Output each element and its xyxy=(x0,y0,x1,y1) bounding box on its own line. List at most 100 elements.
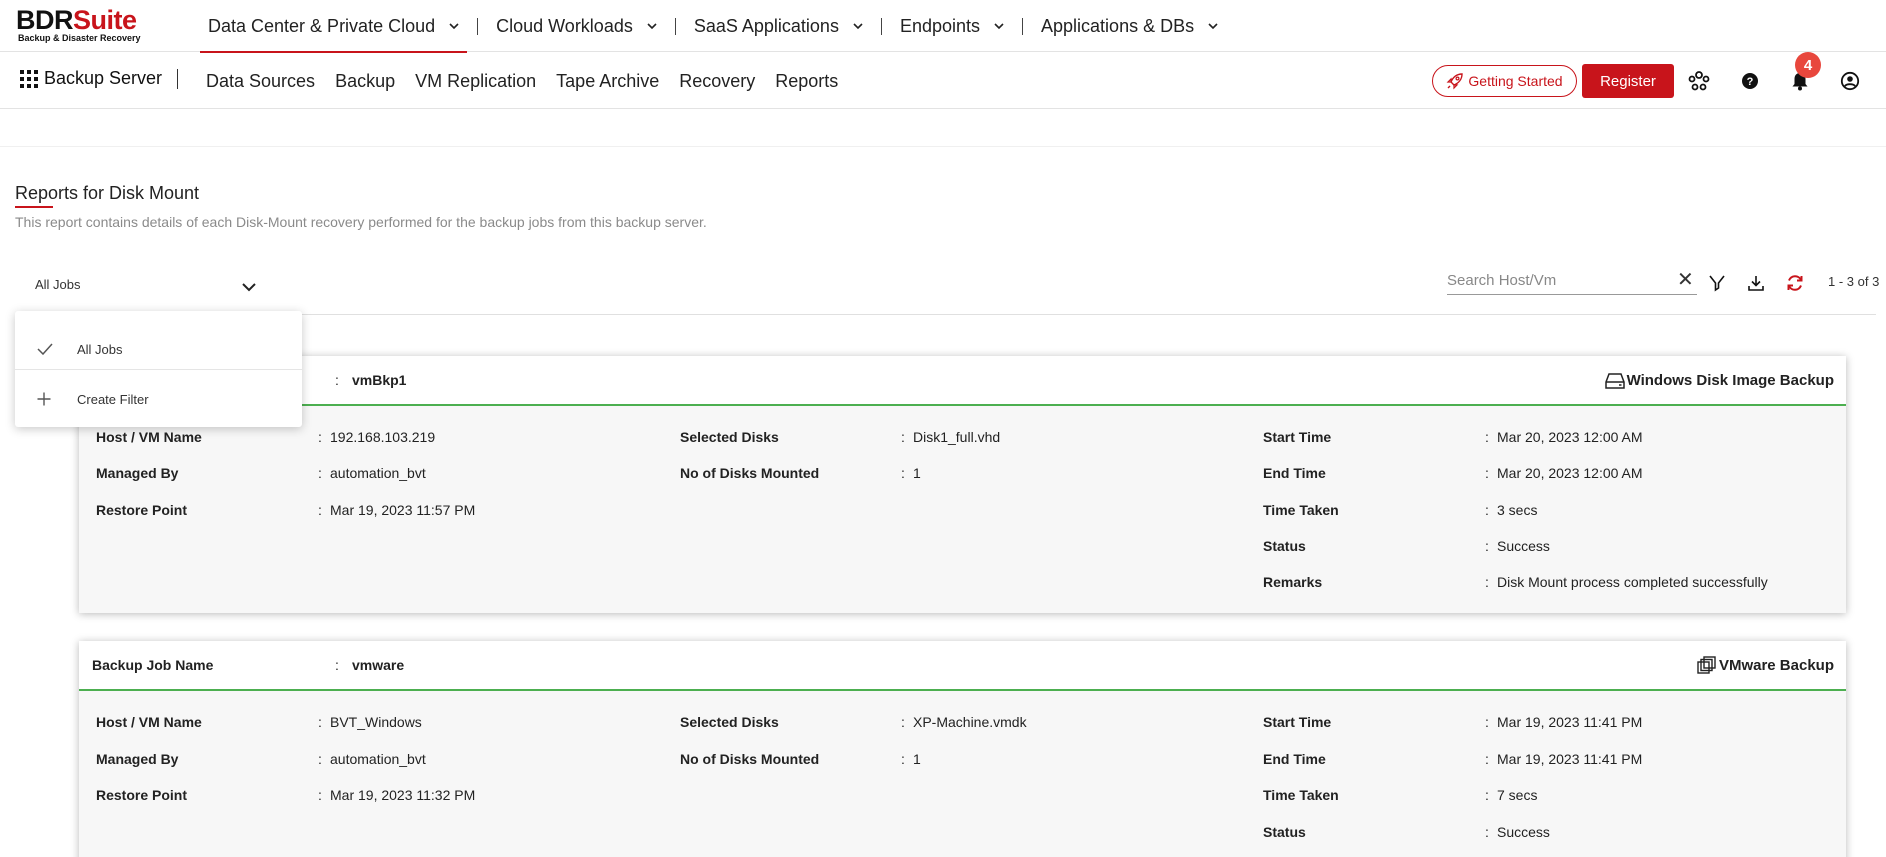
managed-by-value: automation_bvt xyxy=(330,751,426,767)
logo-wordmark: BDRSuite xyxy=(16,6,166,34)
user-account-icon[interactable] xyxy=(1837,68,1863,94)
field-colon: : xyxy=(318,502,322,518)
managed-by-label: Managed By xyxy=(96,751,179,767)
field-colon: : xyxy=(318,714,322,730)
job-type-label: VMware Backup xyxy=(1718,656,1834,674)
chevron-down-icon xyxy=(647,23,657,30)
job-type: VMware Backup xyxy=(1696,655,1834,675)
content-divider xyxy=(0,146,1886,147)
time-taken-label: Time Taken xyxy=(1263,787,1339,803)
disks-mounted-label: No of Disks Mounted xyxy=(680,751,820,767)
help-icon[interactable]: ? xyxy=(1737,68,1763,94)
vmware-icon xyxy=(1697,656,1716,674)
apps-switcher-label: Backup Server xyxy=(44,68,163,88)
selected-disks-value: Disk1_full.vhd xyxy=(913,429,1001,445)
field-colon: : xyxy=(1485,714,1489,730)
search-host-vm-input[interactable] xyxy=(1447,269,1667,291)
refresh-icon[interactable] xyxy=(1783,271,1807,295)
nav-applications-dbs[interactable]: Applications & DBs xyxy=(1033,0,1226,52)
community-icon[interactable] xyxy=(1686,68,1712,94)
restore-point-label: Restore Point xyxy=(96,787,188,803)
nav-endpoints-label: Endpoints xyxy=(899,15,981,36)
filter-icon[interactable] xyxy=(1705,271,1729,295)
apps-grid-icon xyxy=(20,69,38,88)
selected-disks-label: Selected Disks xyxy=(680,429,779,445)
chevron-down-icon xyxy=(1208,23,1218,30)
remarks-value: Disk Mount process completed successfull… xyxy=(1497,574,1768,590)
end-time-label: End Time xyxy=(1263,465,1326,481)
dropdown-option-all-jobs[interactable]: All Jobs xyxy=(15,324,302,374)
nav-data-center-label: Data Center & Private Cloud xyxy=(208,15,436,36)
field-colon: : xyxy=(335,372,339,388)
page-description: This report contains details of each Dis… xyxy=(15,214,707,230)
svg-text:?: ? xyxy=(1747,76,1754,88)
job-name-value: vmware xyxy=(352,657,405,673)
nav-saas-applications[interactable]: SaaS Applications xyxy=(686,0,871,52)
status-label: Status xyxy=(1263,824,1306,840)
job-filter-dropdown: All Jobs Create Filter xyxy=(15,311,302,427)
subnav-reports[interactable]: Reports xyxy=(765,71,848,92)
time-taken-value: 3 secs xyxy=(1497,502,1538,518)
nav-cloud-workloads[interactable]: Cloud Workloads xyxy=(488,0,665,52)
logo-text-suite: Suite xyxy=(73,5,137,35)
field-colon: : xyxy=(335,657,339,673)
nav-endpoints[interactable]: Endpoints xyxy=(892,0,1012,52)
field-colon: : xyxy=(318,465,322,481)
field-colon: : xyxy=(318,429,322,445)
field-colon: : xyxy=(1485,502,1489,518)
field-colon: : xyxy=(901,751,905,767)
bdrsuite-logo[interactable]: BDRSuite Backup & Disaster Recovery xyxy=(16,6,166,46)
managed-by-label: Managed By xyxy=(96,465,179,481)
nav-cloud-workloads-label: Cloud Workloads xyxy=(496,15,633,36)
start-time-value: Mar 19, 2023 11:41 PM xyxy=(1497,714,1643,730)
remarks-label: Remarks xyxy=(1263,574,1323,590)
subnav-backup[interactable]: Backup xyxy=(325,71,405,92)
restore-point-label: Restore Point xyxy=(96,502,188,518)
status-value: Success xyxy=(1497,538,1550,554)
nav-applications-dbs-label: Applications & DBs xyxy=(1041,15,1195,36)
dropdown-option-label: Create Filter xyxy=(77,391,149,407)
download-icon[interactable] xyxy=(1744,271,1768,295)
field-colon: : xyxy=(1485,465,1489,481)
start-time-label: Start Time xyxy=(1263,714,1332,730)
subnav-data-sources[interactable]: Data Sources xyxy=(196,71,325,92)
job-type: Windows Disk Image Backup xyxy=(1604,370,1834,390)
module-nav: Data Sources Backup VM Replication Tape … xyxy=(196,53,848,109)
module-navigation-bar: Backup Server Data Sources Backup VM Rep… xyxy=(0,52,1886,109)
nav-divider xyxy=(477,17,479,35)
host-label: Host / VM Name xyxy=(96,429,202,445)
register-button[interactable]: Register xyxy=(1582,64,1674,98)
field-colon: : xyxy=(318,751,322,767)
subnav-recovery[interactable]: Recovery xyxy=(669,71,765,92)
subnav-divider xyxy=(177,69,178,89)
time-taken-value: 7 secs xyxy=(1497,787,1538,803)
job-name-value: vmBkp1 xyxy=(352,372,407,388)
time-taken-label: Time Taken xyxy=(1263,502,1339,518)
plus-icon xyxy=(37,392,67,406)
host-value: BVT_Windows xyxy=(330,714,422,730)
managed-by-value: automation_bvt xyxy=(330,465,426,481)
dropdown-option-create-filter[interactable]: Create Filter xyxy=(15,374,302,424)
dropdown-option-label: All Jobs xyxy=(77,341,123,357)
getting-started-button[interactable]: Getting Started xyxy=(1432,65,1577,97)
rocket-icon xyxy=(1446,73,1464,90)
field-colon: : xyxy=(901,429,905,445)
page-title-underline xyxy=(15,206,53,208)
nav-data-center[interactable]: Data Center & Private Cloud xyxy=(200,0,468,53)
top-navigation-bar: BDRSuite Backup & Disaster Recovery Data… xyxy=(0,0,1886,53)
end-time-value: Mar 20, 2023 12:00 AM xyxy=(1497,465,1643,481)
clear-search-icon[interactable]: ✕ xyxy=(1677,267,1694,292)
job-filter-select[interactable]: All Jobs xyxy=(35,277,260,299)
start-time-label: Start Time xyxy=(1263,429,1332,445)
job-name-label: Backup Job Name xyxy=(92,657,214,673)
start-time-value: Mar 20, 2023 12:00 AM xyxy=(1497,429,1643,445)
end-time-label: End Time xyxy=(1263,751,1326,767)
subnav-tape-archive[interactable]: Tape Archive xyxy=(546,71,669,92)
disks-mounted-label: No of Disks Mounted xyxy=(680,465,820,481)
page-title: Reports for Disk Mount xyxy=(15,183,200,203)
disks-mounted-value: 1 xyxy=(913,751,921,767)
apps-switcher[interactable]: Backup Server xyxy=(20,68,162,89)
job-card-header: Backup Job Name : vmware VMware Backup xyxy=(79,641,1846,691)
subnav-vm-replication[interactable]: VM Replication xyxy=(405,71,546,92)
product-nav: Data Center & Private Cloud Cloud Worklo… xyxy=(200,0,1226,53)
